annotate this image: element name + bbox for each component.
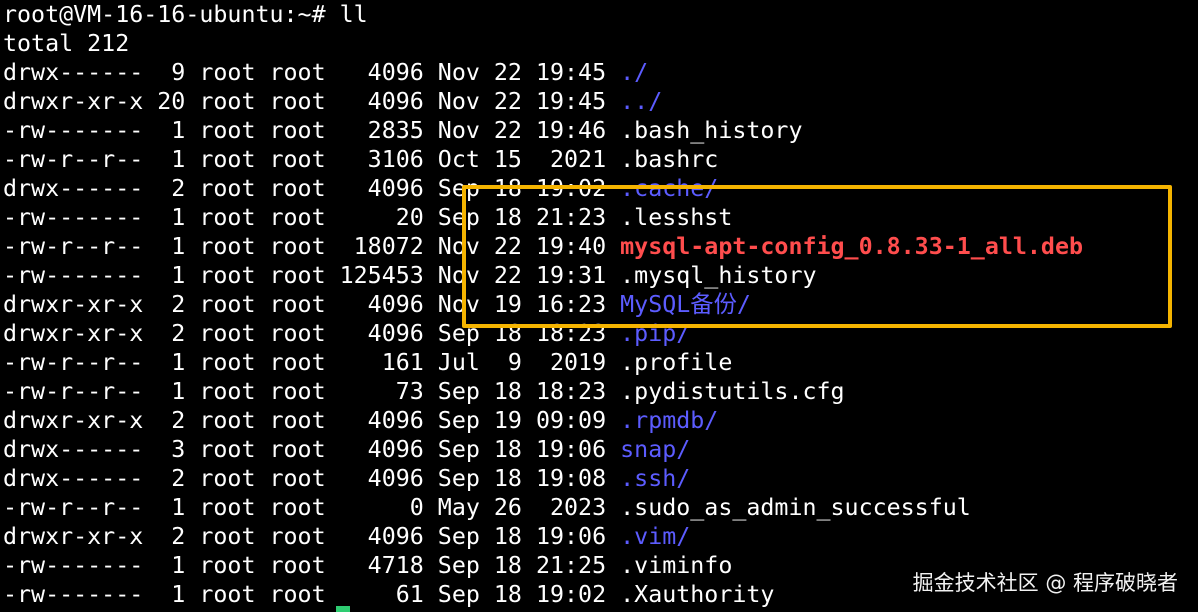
listing-row: drwxr-xr-x 2 root root 4096 Sep 18 19:06… [3, 522, 1198, 551]
listing-row: drwxr-xr-x 2 root root 4096 Nov 19 16:23… [3, 290, 1198, 319]
row-meta: -rw-r--r-- 1 root root 18072 Nov 22 19:4… [3, 233, 621, 260]
row-meta: drwx------ 2 root root 4096 Sep 18 19:08 [3, 465, 621, 492]
row-meta: drwxr-xr-x 2 root root 4096 Sep 19 09:09 [3, 407, 621, 434]
file-name: .pydistutils.cfg [620, 378, 845, 405]
listing-row: -rw-r--r-- 1 root root 3106 Oct 15 2021 … [3, 145, 1198, 174]
directory-name: ./ [620, 59, 649, 86]
directory-name: .vim/ [620, 523, 691, 550]
listing-row: -rw------- 1 root root 2835 Nov 22 19:46… [3, 116, 1198, 145]
watermark: 掘金技术社区 @ 程序破晓者 [912, 571, 1178, 595]
listing-row: drwx------ 3 root root 4096 Sep 18 19:06… [3, 435, 1198, 464]
terminal-window[interactable]: root@VM-16-16-ubuntu:~# ll total 212 drw… [0, 0, 1198, 612]
file-name: .profile [620, 349, 733, 376]
directory-name: .ssh/ [620, 465, 691, 492]
listing-row: drwx------ 2 root root 4096 Sep 18 19:02… [3, 174, 1198, 203]
deb-file-name: mysql-apt-config_0.8.33-1_all.deb [620, 233, 1083, 260]
row-meta: drwxr-xr-x 2 root root 4096 Nov 19 16:23 [3, 291, 621, 318]
file-name: .Xauthority [620, 581, 775, 608]
file-name: .bash_history [620, 117, 803, 144]
listing-row: drwxr-xr-x 2 root root 4096 Sep 18 18:23… [3, 319, 1198, 348]
row-meta: drwx------ 2 root root 4096 Sep 18 19:02 [3, 175, 621, 202]
listing-row: -rw-r--r-- 1 root root 0 May 26 2023 .su… [3, 493, 1198, 522]
directory-name: .cache/ [620, 175, 719, 202]
row-meta: -rw-r--r-- 1 root root 161 Jul 9 2019 [3, 349, 621, 376]
listing-row: -rw-r--r-- 1 root root 73 Sep 18 18:23 .… [3, 377, 1198, 406]
file-name: .bashrc [620, 146, 719, 173]
row-meta: drwxr-xr-x 2 root root 4096 Sep 18 18:23 [3, 320, 621, 347]
cursor-indicator [336, 606, 350, 612]
listing-row: drwx------ 2 root root 4096 Sep 18 19:08… [3, 464, 1198, 493]
row-meta: -rw------- 1 root root 125453 Nov 22 19:… [3, 262, 621, 289]
row-meta: -rw------- 1 root root 20 Sep 18 21:23 [3, 204, 621, 231]
row-meta: -rw-r--r-- 1 root root 73 Sep 18 18:23 [3, 378, 621, 405]
directory-name: .pip/ [620, 320, 691, 347]
file-name: .lesshst [620, 204, 733, 231]
row-meta: drwxr-xr-x 2 root root 4096 Sep 18 19:06 [3, 523, 621, 550]
row-meta: drwxr-xr-x 20 root root 4096 Nov 22 19:4… [3, 88, 621, 115]
row-meta: -rw------- 1 root root 2835 Nov 22 19:46 [3, 117, 621, 144]
directory-name: snap/ [620, 436, 691, 463]
listing-row: -rw-r--r-- 1 root root 18072 Nov 22 19:4… [3, 232, 1198, 261]
row-meta: drwx------ 3 root root 4096 Sep 18 19:06 [3, 436, 621, 463]
row-meta: -rw------- 1 root root 4718 Sep 18 21:25 [3, 552, 621, 579]
file-name: .viminfo [620, 552, 733, 579]
listing-row: drwxr-xr-x 2 root root 4096 Sep 19 09:09… [3, 406, 1198, 435]
row-meta: drwx------ 9 root root 4096 Nov 22 19:45 [3, 59, 621, 86]
directory-name: ../ [620, 88, 663, 115]
row-meta: -rw-r--r-- 1 root root 3106 Oct 15 2021 [3, 146, 621, 173]
file-name: .sudo_as_admin_successful [620, 494, 971, 521]
row-meta: -rw-r--r-- 1 root root 0 May 26 2023 [3, 494, 621, 521]
file-name: .mysql_history [620, 262, 817, 289]
listing-row: -rw------- 1 root root 125453 Nov 22 19:… [3, 261, 1198, 290]
total-line: total 212 [3, 30, 130, 57]
row-meta: -rw------- 1 root root 61 Sep 18 19:02 [3, 581, 621, 608]
listing-row: -rw------- 1 root root 20 Sep 18 21:23 .… [3, 203, 1198, 232]
listing-row: drwx------ 9 root root 4096 Nov 22 19:45… [3, 58, 1198, 87]
command-prompt: root@VM-16-16-ubuntu:~# ll [3, 1, 368, 28]
listing-row: drwxr-xr-x 20 root root 4096 Nov 22 19:4… [3, 87, 1198, 116]
listing: drwx------ 9 root root 4096 Nov 22 19:45… [3, 58, 1198, 609]
listing-row: -rw-r--r-- 1 root root 161 Jul 9 2019 .p… [3, 348, 1198, 377]
directory-name: .rpmdb/ [620, 407, 719, 434]
directory-name: MySQL备份/ [620, 291, 751, 318]
